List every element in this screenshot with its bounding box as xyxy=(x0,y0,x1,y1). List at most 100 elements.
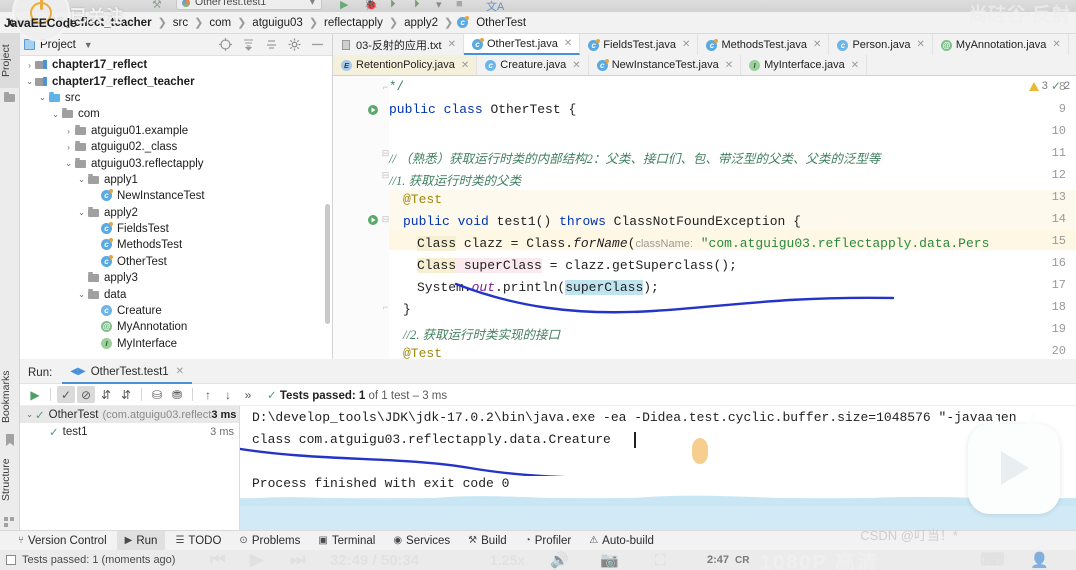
tree-expand-arrow[interactable]: ⌄ xyxy=(37,92,48,103)
tree-item-chapter17-reflect[interactable]: › chapter17_reflect xyxy=(20,57,332,73)
status-bar-item-auto-build[interactable]: ⚠ Auto-build xyxy=(581,531,662,551)
tree-expand-arrow[interactable]: ⌄ xyxy=(24,76,35,87)
status-bar-item-services[interactable]: ◉ Services xyxy=(385,531,458,551)
status-bar-item-profiler[interactable]: ◔ Profiler xyxy=(517,531,579,551)
tree-item-apply2[interactable]: ⌄ apply2 xyxy=(20,205,332,221)
close-icon[interactable]: ✕ xyxy=(448,39,456,50)
sidebar-item-bookmarks[interactable]: Bookmarks xyxy=(0,364,20,430)
test-tree-row-test1[interactable]: › ✓ test1 3 ms xyxy=(20,423,239,440)
breadcrumb-item-5[interactable]: apply2 ❯ xyxy=(401,16,456,30)
editor-tab-03-txt[interactable]: 03-反射的应用.txt ✕ xyxy=(333,34,464,55)
profile-icon[interactable]: ⏵ xyxy=(414,0,420,11)
breadcrumb-item-6[interactable]: c OtherTest xyxy=(456,15,529,30)
tree-item-myinterface[interactable]: I MyInterface xyxy=(20,336,332,352)
test-tree-row-othertest[interactable]: ⌄ ✓ OtherTest (com.atguigu03.reflect 3 m… xyxy=(20,406,239,423)
close-icon[interactable]: ✕ xyxy=(1052,39,1060,50)
close-icon[interactable]: ✕ xyxy=(813,39,821,50)
run-tab-othertest-test1[interactable]: ◀▶ OtherTest.test1 ✕ xyxy=(62,362,193,384)
status-bar-item-build[interactable]: ⚒ Build xyxy=(460,531,515,551)
tree-item-atguigu01-example[interactable]: › atguigu01.example xyxy=(20,123,332,139)
tree-item-othertest[interactable]: c OtherTest xyxy=(20,254,332,270)
tree-item-data[interactable]: ⌄ data xyxy=(20,286,332,302)
tree-item-atguigu02-class[interactable]: › atguigu02._class xyxy=(20,139,332,155)
close-icon[interactable]: ✕ xyxy=(682,39,690,50)
tree-item-newinstancetest[interactable]: c NewInstanceTest xyxy=(20,188,332,204)
tree-expand-arrow[interactable]: ⌄ xyxy=(76,174,87,185)
console-output[interactable]: D:\develop_tools\JDK\jdk-17.0.2\bin\java… xyxy=(240,406,1076,536)
tree-expand-arrow[interactable]: › xyxy=(63,126,74,136)
debug-icon[interactable]: 🐞 xyxy=(364,0,378,11)
close-icon[interactable]: ✕ xyxy=(564,38,572,49)
code-editor[interactable]: 8 ⌐ 9 10 11 ⊟ 12 ⊟ 13 14 ⊟ 15 16 17 18 ⌐ 19 20 */ public … xyxy=(333,76,1076,359)
tree-item-methodstest[interactable]: c MethodsTest xyxy=(20,237,332,253)
status-bar-item-problems[interactable]: ⊙ Problems xyxy=(231,531,308,551)
sidebar-item-project[interactable]: Project xyxy=(0,34,20,88)
chevron-down-icon[interactable]: ▾ xyxy=(436,0,442,11)
close-icon[interactable]: ✕ xyxy=(851,60,859,71)
editor-tab-myinterface-java[interactable]: I MyInterface.java ✕ xyxy=(741,55,868,75)
video-play-button-overlay[interactable] xyxy=(968,424,1060,514)
close-icon[interactable]: ✕ xyxy=(572,60,580,71)
collapse-all-icon[interactable]: ⛃ xyxy=(168,386,186,403)
translate-icon[interactable]: 文A xyxy=(486,0,504,12)
tree-expand-arrow[interactable]: ⌄ xyxy=(50,109,61,120)
editor-tab-fieldstest-java[interactable]: c FieldsTest.java ✕ xyxy=(580,34,699,55)
build-hammer-icon[interactable]: ⚒ xyxy=(152,0,162,11)
hide-ignored-icon[interactable]: ⊘ xyxy=(77,386,95,403)
tree-expand-arrow[interactable]: › xyxy=(24,60,35,70)
show-passed-icon[interactable]: ✓ xyxy=(57,386,75,403)
breadcrumb-item-4[interactable]: reflectapply ❯ xyxy=(321,16,401,30)
run-test-gutter-icon[interactable] xyxy=(367,214,379,226)
run-configuration-selector[interactable]: OtherTest.test1 ▾ xyxy=(176,0,322,10)
hide-panel-icon[interactable] xyxy=(311,38,324,51)
editor-tab-myannotation-java[interactable]: @ MyAnnotation.java ✕ xyxy=(932,34,1069,55)
editor-tab-othertest-java[interactable]: c OtherTest.java ✕ xyxy=(463,34,581,55)
next-failed-icon[interactable]: ↓ xyxy=(219,386,237,403)
chevron-down-icon[interactable]: ▼ xyxy=(84,40,93,50)
sort-alpha-icon[interactable]: ⇵ xyxy=(97,386,115,403)
status-bar-item-version-control[interactable]: ⑂ Version Control xyxy=(10,531,115,551)
editor-tab-creature-java[interactable]: c Creature.java ✕ xyxy=(477,55,589,75)
inspection-widget[interactable]: 3 ✓ 2 xyxy=(1028,79,1070,93)
tree-item-src[interactable]: ⌄ src xyxy=(20,90,332,106)
close-icon[interactable]: ✕ xyxy=(725,60,733,71)
run-icon[interactable]: ▶ xyxy=(340,0,348,11)
tree-expand-arrow[interactable]: ⌄ xyxy=(76,289,87,300)
project-tree-scrollbar[interactable] xyxy=(325,204,330,324)
tree-item-creature[interactable]: c Creature xyxy=(20,303,332,319)
breadcrumb-item-3[interactable]: atguigu03 ❯ xyxy=(249,16,321,30)
tree-item-fieldstest[interactable]: c FieldsTest xyxy=(20,221,332,237)
editor-tab-person-java[interactable]: c Person.java ✕ xyxy=(829,34,933,55)
status-bar-item-terminal[interactable]: ▣ Terminal xyxy=(310,531,383,551)
tree-expand-arrow[interactable]: ⌄ xyxy=(76,207,87,218)
expand-all-icon[interactable]: ⛁ xyxy=(148,386,166,403)
close-icon[interactable]: ✕ xyxy=(461,60,469,71)
tree-item-apply3[interactable]: apply3 xyxy=(20,270,332,286)
run-test-gutter-icon[interactable] xyxy=(367,104,379,116)
tree-expand-arrow[interactable]: › xyxy=(63,142,74,152)
status-bar-item-todo[interactable]: ☰ TODO xyxy=(167,531,229,551)
breadcrumb-item-1[interactable]: src ❯ xyxy=(170,16,207,30)
tree-item-apply1[interactable]: ⌄ apply1 xyxy=(20,172,332,188)
sort-duration-icon[interactable]: ⇵ xyxy=(117,386,135,403)
tree-expand-arrow[interactable]: ⌄ xyxy=(63,158,74,169)
prev-failed-icon[interactable]: ↑ xyxy=(199,386,217,403)
close-icon[interactable]: ✕ xyxy=(917,39,925,50)
rerun-icon[interactable]: ▶ xyxy=(26,386,44,403)
editor-tab-methodstest-java[interactable]: c MethodsTest.java ✕ xyxy=(698,34,830,55)
status-bar-item-run[interactable]: ▶ Run xyxy=(116,530,166,551)
tree-item-com[interactable]: ⌄ com xyxy=(20,106,332,122)
editor-tab-newinstancetest-java[interactable]: c NewInstanceTest.java ✕ xyxy=(588,55,742,75)
tree-item-myannotation[interactable]: @ MyAnnotation xyxy=(20,319,332,335)
test-results-tree[interactable]: ⌄ ✓ OtherTest (com.atguigu03.reflect 3 m… xyxy=(20,406,240,536)
chevron-down-icon[interactable]: ⌄ xyxy=(24,409,35,420)
project-tree[interactable]: › chapter17_reflect ⌄ chapter17_reflect_tea… xyxy=(20,56,332,359)
run-coverage-icon[interactable]: ⏵ xyxy=(390,0,396,11)
locate-icon[interactable] xyxy=(219,38,232,51)
tree-item-atguigu03-reflectapply[interactable]: ⌄ atguigu03.reflectapply xyxy=(20,155,332,171)
more-icon[interactable]: » xyxy=(239,386,257,403)
editor-tab-retentionpolicy-java[interactable]: E RetentionPolicy.java ✕ xyxy=(333,55,478,75)
expand-all-icon[interactable] xyxy=(242,38,255,51)
tree-item-chapter17-reflect-teacher[interactable]: ⌄ chapter17_reflect_teacher xyxy=(20,73,332,89)
close-icon[interactable]: ✕ xyxy=(176,366,184,377)
